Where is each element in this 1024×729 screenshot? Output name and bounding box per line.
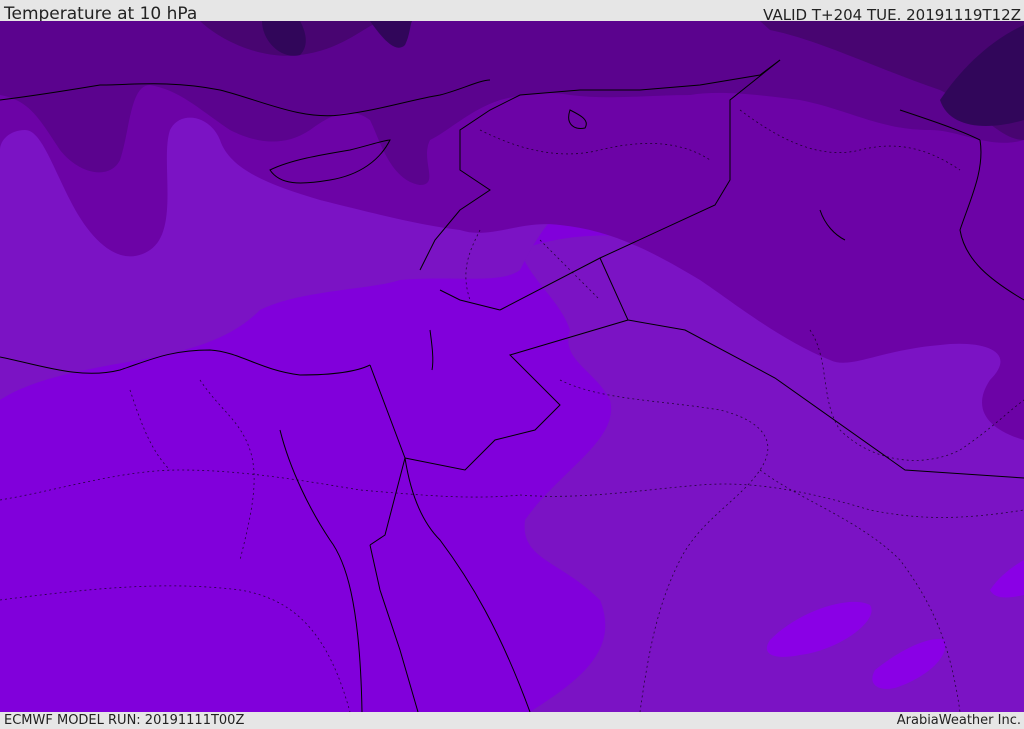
header-bar: Temperature at 10 hPa VALID T+204 TUE. 2… (0, 0, 1024, 24)
credit-label: ArabiaWeather Inc. (896, 713, 1021, 728)
temperature-map (0, 21, 1024, 712)
model-run-label: ECMWF MODEL RUN: 20191111T00Z (4, 713, 245, 728)
footer-bar: ECMWF MODEL RUN: 20191111T00Z ArabiaWeat… (0, 712, 1024, 729)
